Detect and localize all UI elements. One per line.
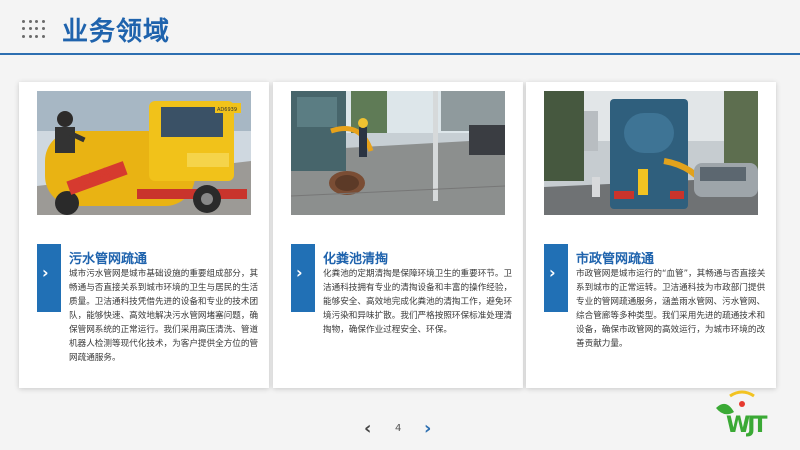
- page-title: 业务领域: [62, 17, 171, 47]
- septic-cleaning-photo: [291, 91, 505, 215]
- card-septic-cleaning: › 化粪池清掏 化粪池的定期清掏是保障环境卫生的重要环节。卫洁通科技拥有专业的清…: [273, 82, 523, 388]
- card-municipal-dredging: › 市政管网疏通 市政管网是城市运行的“血管”，其畅通与否直接关系到城市的正常运…: [526, 82, 776, 388]
- expand-arrow-button[interactable]: ›: [37, 244, 61, 312]
- chevron-right-icon: ›: [549, 263, 556, 282]
- chevron-right-icon: ›: [296, 263, 303, 282]
- card-title: 污水管网疏通: [69, 252, 148, 267]
- card-sewer-dredging: 吸污车 AD6939 › 污水管网疏通 城市污水管网是城市基础设施的重要组成部分…: [19, 82, 269, 388]
- company-logo: WJT: [712, 388, 772, 440]
- header: 业务领域: [0, 0, 800, 56]
- prev-page-button[interactable]: ‹: [364, 418, 371, 439]
- expand-arrow-button[interactable]: ›: [544, 244, 568, 312]
- municipal-truck-photo: [544, 91, 758, 215]
- card-description: 化粪池的定期清掏是保障环境卫生的重要环节。卫洁通科技拥有专业的清掏设备和丰富的操…: [323, 269, 513, 335]
- header-divider: [0, 53, 800, 55]
- expand-arrow-button[interactable]: ›: [291, 244, 315, 312]
- card-description: 城市污水管网是城市基础设施的重要组成部分，其畅通与否直接关系到城市环境的卫生与居…: [69, 269, 259, 363]
- card-title: 市政管网疏通: [576, 252, 655, 267]
- page-number: 4: [395, 423, 402, 434]
- menu-dots-icon[interactable]: [22, 20, 48, 42]
- logo-text: WJT: [726, 413, 767, 438]
- card-title: 化粪池清掏: [323, 252, 389, 267]
- next-page-button[interactable]: ›: [424, 418, 431, 439]
- plate-text: AD6939: [217, 107, 237, 113]
- sewer-truck-photo: 吸污车 AD6939: [37, 91, 251, 215]
- card-description: 市政管网是城市运行的“血管”，其畅通与否直接关系到城市的正常运转。卫洁通科技为市…: [576, 269, 766, 349]
- chevron-right-icon: ›: [42, 263, 49, 282]
